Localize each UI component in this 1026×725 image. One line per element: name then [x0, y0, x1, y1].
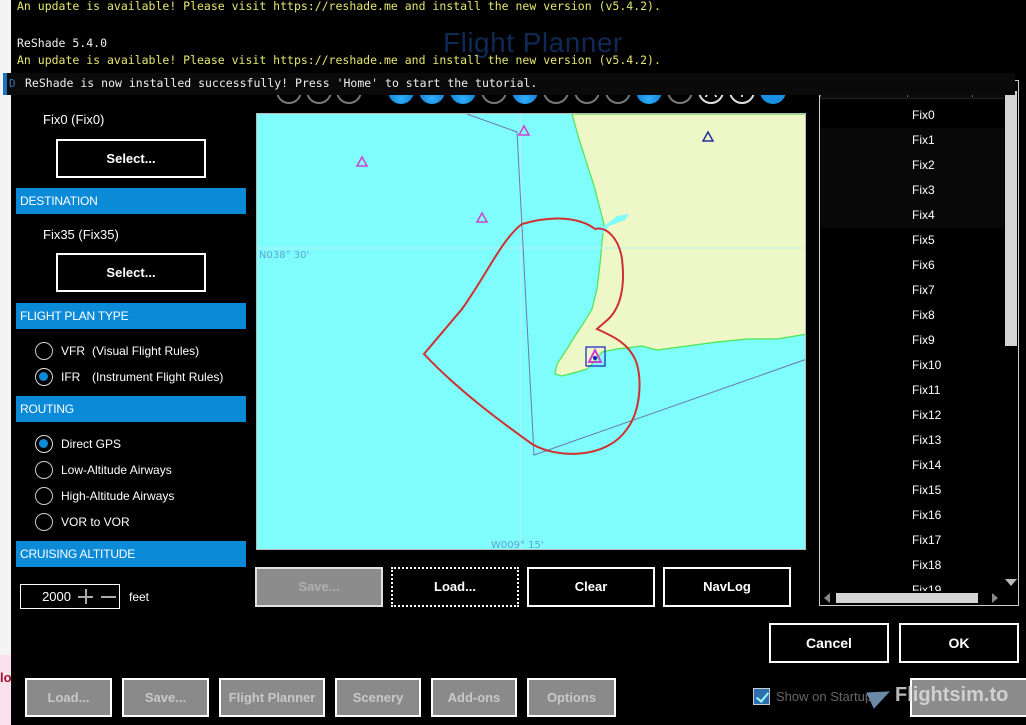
fix-list-item[interactable]: Fix3 — [820, 178, 1005, 203]
land-mass — [554, 114, 805, 377]
radio-button[interactable] — [35, 487, 53, 505]
cancel-button[interactable]: Cancel — [769, 623, 889, 663]
bottom-scenery-button[interactable]: Scenery — [335, 678, 421, 717]
fix-list-item[interactable]: Fix0 — [820, 103, 1005, 128]
watermark-text: Flightsim.to — [895, 684, 1009, 706]
radio-high-altitude-airways[interactable]: High-Altitude Airways — [35, 486, 174, 506]
cruising-altitude-header: CRUISING ALTITUDE — [16, 541, 246, 567]
reshade-banner-marker: D — [9, 77, 16, 90]
fix-marker — [475, 211, 489, 223]
fix-list[interactable]: Fix0 Fix1 Fix2 Fix3 Fix4 Fix5 Fix6 Fix7 Fix8 Fix9… — [819, 80, 1019, 606]
radio-label-desc: (Visual Flight Rules) — [92, 344, 200, 358]
background-app-strip: lo — [0, 0, 12, 725]
fix-marker — [355, 155, 369, 167]
fix-list-item[interactable]: Fix9 — [820, 328, 1005, 353]
radio-button[interactable] — [35, 461, 53, 479]
destination-header: DESTINATION — [16, 188, 246, 214]
background-app-text: lo — [0, 670, 12, 685]
background-app-fragment — [0, 655, 11, 725]
longitude-label: W009° 15' — [491, 540, 544, 550]
destination-select-button[interactable]: Select... — [56, 253, 206, 292]
radio-label: Low-Altitude Airways — [61, 463, 172, 477]
fix-list-item[interactable]: Fix8 — [820, 303, 1005, 328]
horizontal-scrollbar[interactable] — [820, 591, 1006, 605]
fix-list-rows: Fix0 Fix1 Fix2 Fix3 Fix4 Fix5 Fix6 Fix7 Fix8 Fix9… — [820, 103, 1005, 603]
load-plan-button[interactable]: Load... — [391, 567, 519, 607]
reshade-version-line: ReShade 5.4.0 — [17, 36, 108, 50]
radio-low-altitude-airways[interactable]: Low-Altitude Airways — [35, 460, 172, 480]
departure-airport: Fix0 (Fix0) — [43, 112, 105, 127]
scroll-left-icon[interactable] — [824, 593, 830, 603]
fix-list-item[interactable]: Fix2 — [820, 153, 1005, 178]
show-on-startup-checkbox[interactable] — [753, 688, 770, 705]
navlog-button[interactable]: NavLog — [663, 567, 791, 607]
radio-button[interactable] — [35, 513, 53, 531]
fix-list-item[interactable]: Fix17 — [820, 528, 1005, 553]
routing-header: ROUTING — [16, 396, 246, 422]
vertical-scrollbar[interactable] — [1004, 81, 1018, 586]
watermark: Flightsim.to — [866, 682, 1009, 709]
radio-label-abbr: VFR — [61, 344, 85, 358]
altitude-input[interactable]: 2000 — [21, 589, 73, 604]
reshade-update-line: An update is available! Please visit htt… — [17, 53, 661, 67]
plus-icon[interactable] — [76, 587, 96, 607]
radio-button[interactable] — [35, 435, 53, 453]
bottom-options-button[interactable]: Options — [527, 678, 616, 717]
radio-label-desc: (Instrument Flight Rules) — [92, 370, 224, 384]
radio-label-abbr: IFR — [61, 370, 81, 384]
fix-list-item[interactable]: Fix16 — [820, 503, 1005, 528]
altitude-stepper: 2000 — [20, 584, 120, 609]
fix-list-item[interactable]: Fix1 — [820, 128, 1005, 153]
fix-list-item[interactable]: Fix12 — [820, 403, 1005, 428]
reshade-update-line: An update is available! Please visit htt… — [17, 0, 661, 13]
map-canvas — [257, 114, 805, 549]
bottom-addons-button[interactable]: Add-ons — [431, 678, 517, 717]
bottom-load-button[interactable]: Load... — [25, 678, 112, 717]
radio-button[interactable] — [35, 368, 53, 386]
radio-ifr[interactable]: IFR (Instrument Flight Rules) — [35, 367, 223, 387]
fix-list-item[interactable]: Fix5 — [820, 228, 1005, 253]
map-view[interactable]: N038° 30' W009° 15' — [256, 113, 806, 550]
fix-list-item[interactable]: Fix6 — [820, 253, 1005, 278]
airport-dot — [593, 356, 597, 360]
reshade-banner: D ReShade is now installed successfully!… — [3, 73, 1015, 95]
show-on-startup[interactable]: Show on Startup — [753, 688, 872, 705]
fix-list-item[interactable]: Fix18 — [820, 553, 1005, 578]
scrollbar-thumb[interactable] — [1005, 91, 1017, 346]
reshade-overlay: An update is available! Please visit htt… — [17, 0, 661, 67]
radio-vor-to-vor[interactable]: VOR to VOR — [35, 512, 130, 532]
fix-list-item[interactable]: Fix13 — [820, 428, 1005, 453]
radio-label: VOR to VOR — [61, 515, 130, 529]
paper-plane-icon — [866, 682, 894, 709]
departure-select-button[interactable]: Select... — [56, 139, 206, 178]
clear-button[interactable]: Clear — [527, 567, 655, 607]
scrollbar-thumb[interactable] — [836, 593, 978, 603]
radio-vfr[interactable]: VFR (Visual Flight Rules) — [35, 341, 199, 361]
radio-direct-gps[interactable]: Direct GPS — [35, 434, 121, 454]
radio-label: High-Altitude Airways — [61, 489, 175, 503]
reshade-banner-text: ReShade is now installed successfully! P… — [25, 76, 538, 90]
bottom-save-button[interactable]: Save... — [122, 678, 209, 717]
scroll-right-icon[interactable] — [992, 593, 998, 603]
fix-list-item[interactable]: Fix11 — [820, 378, 1005, 403]
flight-plan-type-header: FLIGHT PLAN TYPE — [16, 303, 246, 329]
fix-list-item[interactable]: Fix15 — [820, 478, 1005, 503]
fix-list-item[interactable]: Fix7 — [820, 278, 1005, 303]
fix-list-item[interactable]: Fix10 — [820, 353, 1005, 378]
radio-button[interactable] — [35, 342, 53, 360]
ok-button[interactable]: OK — [899, 623, 1019, 663]
destination-airport: Fix35 (Fix35) — [43, 227, 119, 242]
latitude-label: N038° 30' — [259, 250, 310, 261]
radio-label: Direct GPS — [61, 437, 122, 451]
show-on-startup-label: Show on Startup — [776, 689, 873, 704]
bottom-flight-planner-button[interactable]: Flight Planner — [219, 678, 325, 717]
fix-list-item[interactable]: Fix14 — [820, 453, 1005, 478]
save-plan-button[interactable]: Save... — [255, 567, 383, 607]
flight-planner-dialog: Flight Planner Fix0 (Fix0) Select... DES… — [11, 0, 1026, 725]
fix-list-item[interactable]: Fix4 — [820, 203, 1005, 228]
minus-icon[interactable] — [99, 587, 119, 607]
scroll-down-icon[interactable] — [1005, 579, 1017, 586]
altitude-unit: feet — [129, 590, 150, 604]
